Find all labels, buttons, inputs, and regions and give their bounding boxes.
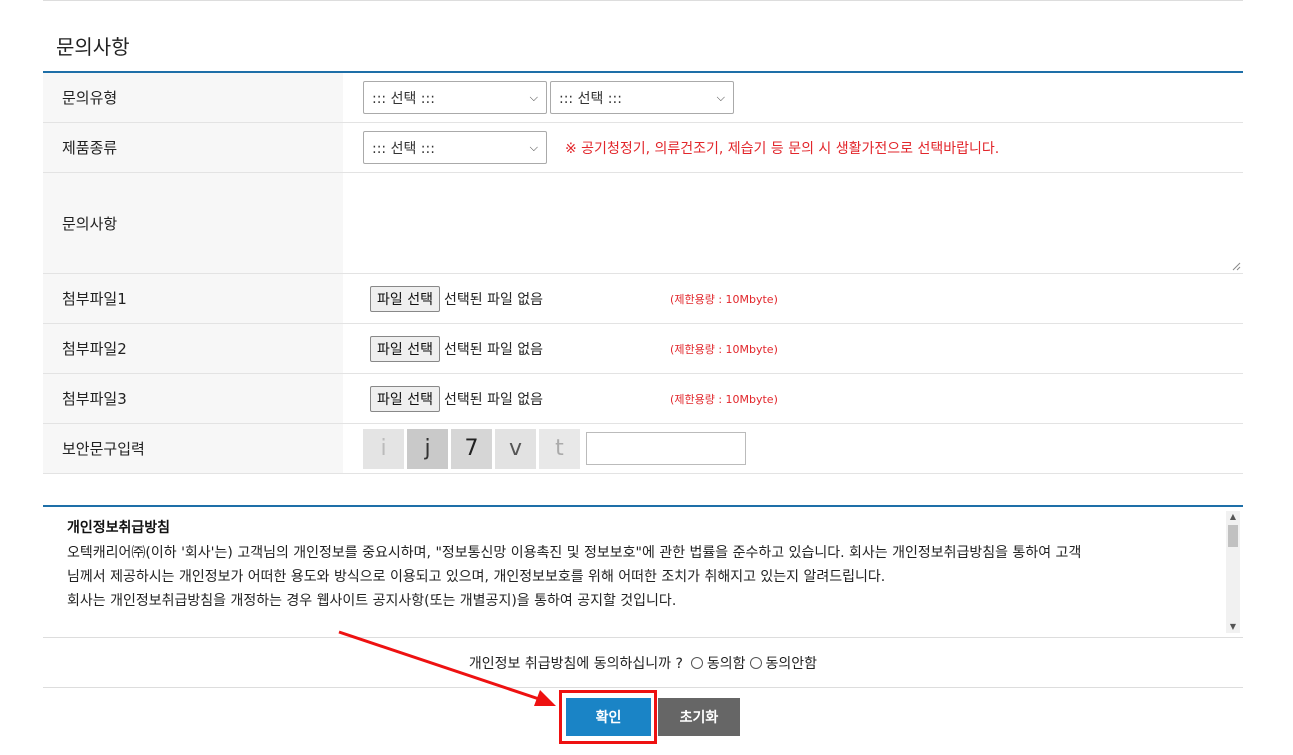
- row-product-type: 제품종류 ::: 선택 ::: ⌵ ※ 공기청정기, 의류건조기, 제습기 등 …: [43, 123, 1243, 173]
- row-attach-1: 첨부파일1 파일 선택 선택된 파일 없음 (제한용량 : 10Mbyte): [43, 274, 1243, 324]
- file-limit-3: (제한용량 : 10Mbyte): [670, 392, 778, 406]
- product-notice: ※ 공기청정기, 의류건조기, 제습기 등 문의 시 생활가전으로 선택바랍니다…: [565, 140, 1000, 157]
- inquiry-form: 문의유형 ::: 선택 ::: ⌵ ::: 선택 ::: ⌵ 제품종류 ::: …: [43, 71, 1243, 474]
- agree-radio[interactable]: 동의함: [690, 653, 746, 673]
- attach1-label: 첨부파일1: [43, 274, 343, 323]
- chevron-down-icon: ⌵: [716, 90, 725, 104]
- captcha-char: i: [363, 428, 404, 469]
- chevron-down-icon: ⌵: [529, 140, 538, 154]
- file-limit-2: (제한용량 : 10Mbyte): [670, 342, 778, 356]
- inquiry-content-textarea[interactable]: [343, 173, 1243, 273]
- disagree-label[interactable]: 동의안함: [766, 653, 818, 673]
- privacy-policy-content[interactable]: 개인정보취급방침 오텍캐리어㈜(이하 '회사'는) 고객님의 개인정보를 중요시…: [43, 507, 1226, 638]
- disagree-radio[interactable]: 동의안함: [749, 653, 818, 673]
- scroll-down-icon[interactable]: ▼: [1226, 621, 1240, 633]
- captcha-char: 7: [451, 428, 492, 469]
- captcha-label: 보안문구입력: [43, 424, 343, 473]
- captcha-input[interactable]: [586, 432, 746, 465]
- file-limit-1: (제한용량 : 10Mbyte): [670, 292, 778, 306]
- policy-scrollbar[interactable]: ▲ ▼: [1226, 511, 1240, 633]
- top-divider: [43, 0, 1243, 1]
- captcha-char: j: [407, 428, 448, 469]
- row-inquiry-type: 문의유형 ::: 선택 ::: ⌵ ::: 선택 ::: ⌵: [43, 73, 1243, 123]
- attach2-label: 첨부파일2: [43, 324, 343, 373]
- radio-circle-icon[interactable]: [749, 656, 762, 669]
- privacy-policy-line: 회사는 개인정보취급방침을 개정하는 경우 웹사이트 공지사항(또는 개별공지)…: [67, 593, 677, 609]
- row-attach-2: 첨부파일2 파일 선택 선택된 파일 없음 (제한용량 : 10Mbyte): [43, 324, 1243, 374]
- inquiry-type-label: 문의유형: [43, 73, 343, 122]
- attach3-label: 첨부파일3: [43, 374, 343, 423]
- reset-button[interactable]: 초기화: [658, 698, 740, 736]
- file-status-2: 선택된 파일 없음: [443, 341, 544, 358]
- inquiry-content-label: 문의사항: [43, 173, 343, 273]
- row-captcha: 보안문구입력 i j 7 v t: [43, 424, 1243, 474]
- section-title: 문의사항: [56, 35, 130, 59]
- inquiry-type-select-2[interactable]: ::: 선택 ::: ⌵: [550, 81, 734, 114]
- scroll-thumb[interactable]: [1228, 525, 1238, 547]
- captcha-image: i j 7 v t: [363, 428, 583, 469]
- chevron-down-icon: ⌵: [529, 90, 538, 104]
- inquiry-type-select-1[interactable]: ::: 선택 ::: ⌵: [363, 81, 547, 114]
- privacy-policy-line: 오텍캐리어㈜(이하 '회사'는) 고객님의 개인정보를 중요시하며, "정보통신…: [67, 545, 1082, 561]
- file-select-button-1[interactable]: 파일 선택: [370, 285, 440, 312]
- agree-question: 개인정보 취급방침에 동의하십니까 ?: [468, 655, 683, 672]
- radio-circle-icon[interactable]: [690, 656, 703, 669]
- agree-row: 개인정보 취급방침에 동의하십니까 ? 동의함 동의안함: [43, 638, 1243, 688]
- privacy-policy-line: 님께서 제공하시는 개인정보가 어떠한 용도와 방식으로 이용되고 있으며, 개…: [67, 569, 886, 585]
- confirm-button[interactable]: 확인: [566, 698, 651, 736]
- file-select-button-3[interactable]: 파일 선택: [370, 385, 440, 412]
- file-status-3: 선택된 파일 없음: [443, 391, 544, 408]
- file-status-1: 선택된 파일 없음: [443, 291, 544, 308]
- captcha-char: t: [539, 428, 580, 469]
- resize-grip-icon[interactable]: [1231, 261, 1241, 271]
- scroll-up-icon[interactable]: ▲: [1226, 511, 1240, 523]
- product-type-select[interactable]: ::: 선택 ::: ⌵: [363, 131, 547, 164]
- privacy-policy-box: 개인정보취급방침 오텍캐리어㈜(이하 '회사'는) 고객님의 개인정보를 중요시…: [43, 505, 1243, 638]
- product-type-label: 제품종류: [43, 123, 343, 172]
- captcha-char: v: [495, 428, 536, 469]
- privacy-policy-title: 개인정보취급방침: [67, 520, 171, 536]
- file-select-button-2[interactable]: 파일 선택: [370, 335, 440, 362]
- agree-label[interactable]: 동의함: [707, 653, 746, 673]
- row-inquiry-content: 문의사항: [43, 173, 1243, 274]
- row-attach-3: 첨부파일3 파일 선택 선택된 파일 없음 (제한용량 : 10Mbyte): [43, 374, 1243, 424]
